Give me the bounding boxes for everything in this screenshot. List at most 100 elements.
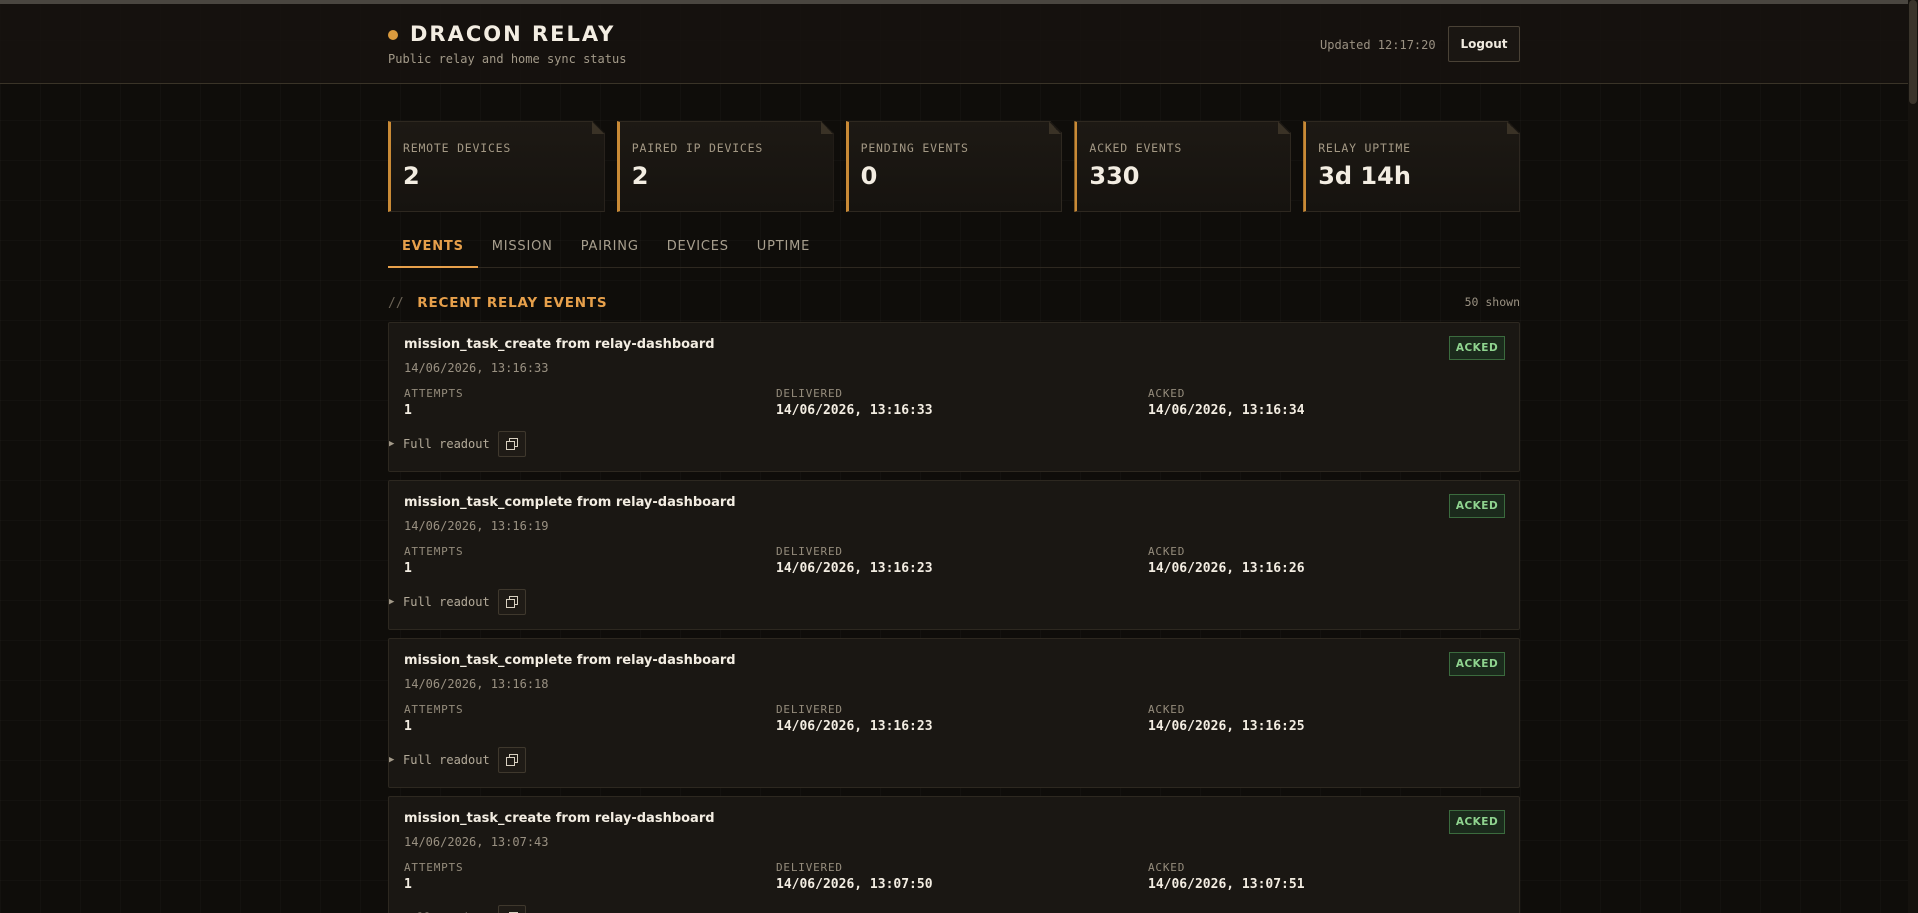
- stat-card-relay-uptime: RELAY UPTIME 3d 14h: [1303, 121, 1520, 212]
- acked-field: ACKED 14/06/2026, 13:16:26: [1148, 545, 1305, 576]
- stat-label: RELAY UPTIME: [1318, 141, 1411, 155]
- stat-label: PENDING EVENTS: [860, 141, 969, 155]
- attempts-value: 1: [404, 403, 412, 418]
- delivered-label: DELIVERED: [776, 861, 843, 874]
- delivered-value: 14/06/2026, 13:16:33: [776, 403, 933, 418]
- caret-right-icon: ▶: [389, 597, 395, 607]
- delivered-value: 14/06/2026, 13:16:23: [776, 561, 933, 576]
- attempts-value: 1: [404, 719, 412, 734]
- scrollbar-thumb[interactable]: [1909, 0, 1917, 104]
- event-card: mission_task_create from relay-dashboard…: [388, 796, 1520, 913]
- tab-pairing[interactable]: PAIRING: [567, 230, 653, 268]
- attempts-value: 1: [404, 561, 412, 576]
- event-timestamp: 14/06/2026, 13:16:18: [404, 677, 549, 691]
- attempts-label: ATTEMPTS: [404, 387, 464, 400]
- attempts-field: ATTEMPTS 1: [404, 703, 463, 734]
- tab-mission[interactable]: MISSION: [478, 230, 567, 268]
- event-timestamp: 14/06/2026, 13:07:43: [404, 835, 549, 849]
- event-title: mission_task_complete from relay-dashboa…: [404, 653, 736, 668]
- logout-button[interactable]: Logout: [1448, 26, 1520, 62]
- section-prefix: //: [388, 296, 404, 311]
- stat-label: PAIRED IP DEVICES: [631, 141, 764, 155]
- copy-icon: [505, 438, 518, 450]
- stat-card-remote-devices: REMOTE DEVICES 2: [388, 121, 605, 212]
- copy-button[interactable]: [497, 747, 526, 773]
- attempts-value: 1: [404, 877, 412, 892]
- stat-value: 330: [1089, 162, 1140, 190]
- copy-button[interactable]: [497, 589, 526, 615]
- delivered-label: DELIVERED: [776, 703, 843, 716]
- event-list: mission_task_create from relay-dashboard…: [388, 322, 1520, 913]
- delivered-value: 14/06/2026, 13:07:50: [776, 877, 933, 892]
- tab-uptime[interactable]: UPTIME: [743, 230, 824, 268]
- stat-value: 0: [860, 162, 878, 190]
- tab-devices[interactable]: DEVICES: [653, 230, 743, 268]
- delivered-label: DELIVERED: [776, 387, 843, 400]
- event-timestamp: 14/06/2026, 13:16:19: [404, 519, 549, 533]
- app-subtitle: Public relay and home sync status: [388, 52, 627, 66]
- delivered-field: DELIVERED 14/06/2026, 13:16:23: [776, 703, 933, 734]
- app-title: DRACON RELAY: [410, 22, 616, 46]
- page-scrollbar[interactable]: [1908, 0, 1918, 913]
- tab-events[interactable]: EVENTS: [388, 230, 478, 268]
- caret-right-icon: ▶: [389, 755, 395, 765]
- full-readout-toggle[interactable]: ▶ Full readout: [389, 905, 526, 913]
- full-readout-label: Full readout: [403, 595, 490, 609]
- delivered-field: DELIVERED 14/06/2026, 13:16:23: [776, 545, 933, 576]
- acked-label: ACKED: [1148, 703, 1186, 716]
- copy-icon: [505, 596, 518, 608]
- event-card: mission_task_create from relay-dashboard…: [388, 322, 1520, 472]
- stat-card-pending-events: PENDING EVENTS 0: [846, 121, 1063, 212]
- stat-value: 2: [403, 162, 420, 190]
- copy-button[interactable]: [497, 431, 526, 457]
- status-badge: ACKED: [1449, 652, 1505, 676]
- copy-icon: [505, 754, 518, 766]
- updated-timestamp: Updated 12:17:20: [1320, 38, 1436, 52]
- acked-value: 14/06/2026, 13:16:25: [1148, 719, 1305, 734]
- full-readout-label: Full readout: [403, 437, 490, 451]
- attempts-field: ATTEMPTS 1: [404, 387, 463, 418]
- stat-value: 2: [631, 162, 649, 190]
- delivered-value: 14/06/2026, 13:16:23: [776, 719, 933, 734]
- acked-label: ACKED: [1148, 545, 1186, 558]
- delivered-field: DELIVERED 14/06/2026, 13:07:50: [776, 861, 933, 892]
- stat-label: ACKED EVENTS: [1089, 141, 1183, 155]
- status-badge: ACKED: [1449, 810, 1505, 834]
- acked-value: 14/06/2026, 13:16:34: [1148, 403, 1305, 418]
- acked-value: 14/06/2026, 13:16:26: [1148, 561, 1305, 576]
- full-readout-toggle[interactable]: ▶ Full readout: [389, 431, 526, 457]
- event-timestamp: 14/06/2026, 13:16:33: [404, 361, 549, 375]
- stat-card-paired-ip-devices: PAIRED IP DEVICES 2: [617, 121, 834, 212]
- shown-count: 50 shown: [1464, 295, 1520, 309]
- delivered-label: DELIVERED: [776, 545, 843, 558]
- acked-label: ACKED: [1148, 861, 1186, 874]
- event-title: mission_task_complete from relay-dashboa…: [404, 495, 736, 510]
- event-card: mission_task_complete from relay-dashboa…: [388, 480, 1520, 630]
- attempts-field: ATTEMPTS 1: [404, 545, 463, 576]
- stat-label: REMOTE DEVICES: [403, 141, 512, 155]
- acked-field: ACKED 14/06/2026, 13:16:25: [1148, 703, 1305, 734]
- event-title: mission_task_create from relay-dashboard: [404, 337, 715, 352]
- full-readout-toggle[interactable]: ▶ Full readout: [389, 589, 526, 615]
- stat-value: 3d 14h: [1318, 162, 1411, 190]
- section-header: // RECENT RELAY EVENTS 50 shown: [388, 292, 1520, 312]
- copy-button[interactable]: [497, 905, 526, 913]
- stats-row: REMOTE DEVICES 2 PAIRED IP DEVICES 2 PEN…: [388, 121, 1520, 212]
- acked-label: ACKED: [1148, 387, 1186, 400]
- full-readout-label: Full readout: [403, 753, 490, 767]
- status-badge: ACKED: [1449, 494, 1505, 518]
- delivered-field: DELIVERED 14/06/2026, 13:16:33: [776, 387, 933, 418]
- acked-field: ACKED 14/06/2026, 13:16:34: [1148, 387, 1305, 418]
- attempts-label: ATTEMPTS: [404, 703, 464, 716]
- attempts-label: ATTEMPTS: [404, 545, 464, 558]
- stat-card-acked-events: ACKED EVENTS 330: [1074, 121, 1291, 212]
- event-title: mission_task_create from relay-dashboard: [404, 811, 715, 826]
- status-dot-icon: [388, 30, 398, 40]
- acked-field: ACKED 14/06/2026, 13:07:51: [1148, 861, 1305, 892]
- section-title: RECENT RELAY EVENTS: [417, 295, 608, 311]
- attempts-label: ATTEMPTS: [404, 861, 464, 874]
- acked-value: 14/06/2026, 13:07:51: [1148, 877, 1305, 892]
- attempts-field: ATTEMPTS 1: [404, 861, 463, 892]
- caret-right-icon: ▶: [389, 439, 395, 449]
- full-readout-toggle[interactable]: ▶ Full readout: [389, 747, 526, 773]
